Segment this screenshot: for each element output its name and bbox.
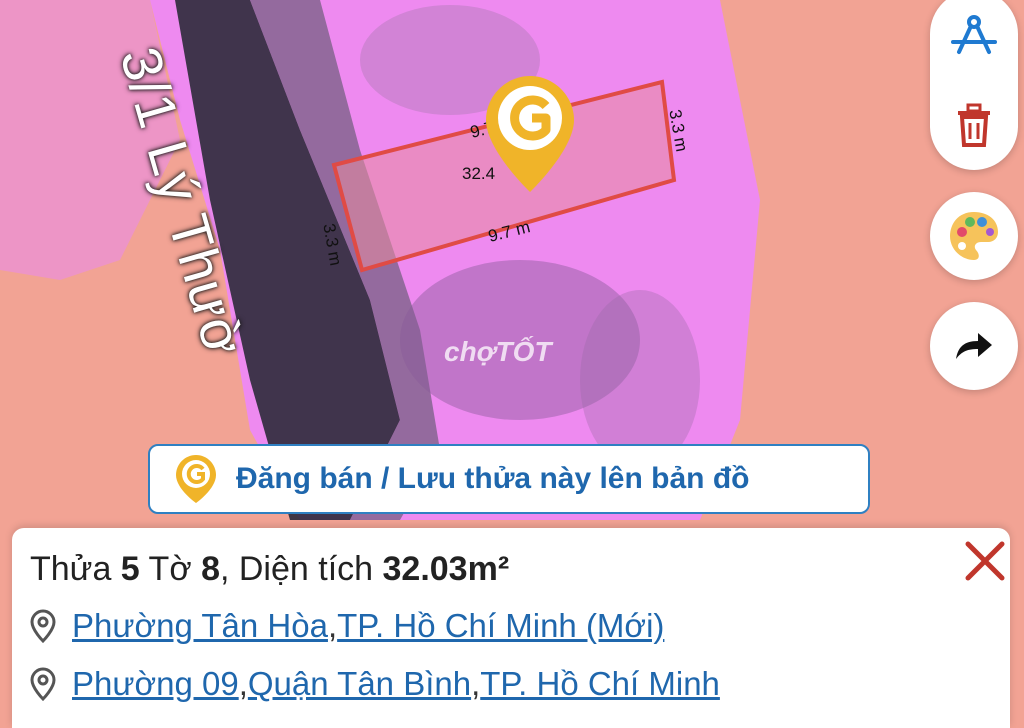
share-button[interactable] <box>930 302 1018 390</box>
parcel-title: Thửa 5 Tờ 8, Diện tích 32.03m² <box>30 550 509 589</box>
title-prefix: Thửa <box>30 550 121 588</box>
city-new-link[interactable]: TP. Hồ Chí Minh (Mới) <box>337 607 664 645</box>
plot-number: 5 <box>120 550 140 588</box>
share-arrow-icon <box>956 333 992 359</box>
g-location-pin-icon[interactable] <box>482 72 578 196</box>
tool-group <box>930 0 1018 170</box>
trash-icon <box>958 103 990 147</box>
sheet-number: 8 <box>201 550 220 588</box>
measure-button[interactable] <box>930 0 1018 80</box>
parcel-info-panel: Thửa 5 Tờ 8, Diện tích 32.03m² Phường Tâ… <box>12 528 1010 728</box>
sheet-label: Tờ <box>139 550 202 588</box>
location-pin-icon <box>30 609 56 643</box>
area-label: , Diện tích <box>219 550 383 588</box>
city-old-link[interactable]: TP. Hồ Chí Minh <box>480 665 720 703</box>
compass-measure-icon <box>951 15 997 54</box>
address-old-row: Phường 09, Quận Tân Bình, TP. Hồ Chí Min… <box>30 662 720 706</box>
post-sell-save-button[interactable]: Đăng bán / Lưu thửa này lên bản đồ <box>148 444 870 514</box>
g-pin-icon <box>176 455 216 503</box>
addr-sep: , <box>471 665 481 702</box>
area-value: 32.03m² <box>382 550 510 588</box>
ward-old-link[interactable]: Phường 09 <box>72 665 239 703</box>
address-new-row: Phường Tân Hòa, TP. Hồ Chí Minh (Mới) <box>30 604 664 648</box>
addr-sep: , <box>238 665 248 702</box>
post-sell-save-label: Đăng bán / Lưu thửa này lên bản đồ <box>236 462 750 495</box>
addr-sep: , <box>327 607 338 644</box>
palette-icon <box>950 212 998 260</box>
close-icon[interactable] <box>960 536 1010 586</box>
ward-new-link[interactable]: Phường Tân Hòa <box>72 607 328 645</box>
district-link[interactable]: Quận Tân Bình <box>248 665 471 703</box>
building-blob <box>580 290 700 470</box>
delete-button[interactable] <box>930 80 1018 170</box>
palette-button[interactable] <box>930 192 1018 280</box>
watermark: chợTỐT <box>444 336 552 367</box>
location-pin-icon <box>30 667 56 701</box>
